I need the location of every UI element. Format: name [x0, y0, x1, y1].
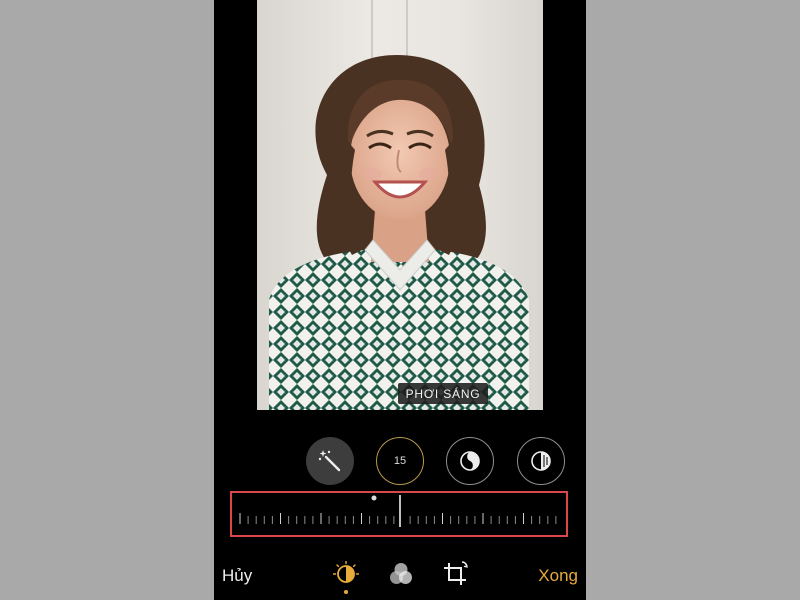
adjust-tab-button[interactable] [332, 560, 360, 594]
brilliance-tool-button[interactable] [446, 437, 494, 485]
auto-enhance-button[interactable] [306, 437, 354, 485]
adjust-icon [332, 560, 360, 583]
highlights-icon [531, 451, 551, 471]
crop-icon [444, 561, 469, 585]
magic-wand-icon [318, 450, 341, 472]
exposure-tool-button[interactable]: 15 [376, 437, 424, 485]
slider-origin-dot [371, 495, 377, 501]
active-tab-dot [344, 590, 348, 594]
portrait-photo [269, 0, 529, 410]
adjustment-name-label: PHƠI SÁNG [398, 383, 488, 404]
filters-icon [390, 563, 412, 584]
crop-tab-button[interactable] [442, 561, 469, 587]
exposure-value: 15 [393, 455, 407, 467]
slider-scale [239, 495, 557, 527]
exposure-slider[interactable] [230, 491, 568, 537]
done-button[interactable]: Xong [538, 566, 578, 586]
filters-tab-button[interactable] [388, 561, 414, 587]
cancel-button[interactable]: Hủy [222, 566, 252, 586]
editor-screen: PHƠI SÁNG 15 Hủy Xong [214, 0, 586, 600]
highlights-tool-button[interactable] [517, 437, 565, 485]
brilliance-icon [460, 451, 480, 471]
photo-preview: PHƠI SÁNG [257, 0, 543, 410]
